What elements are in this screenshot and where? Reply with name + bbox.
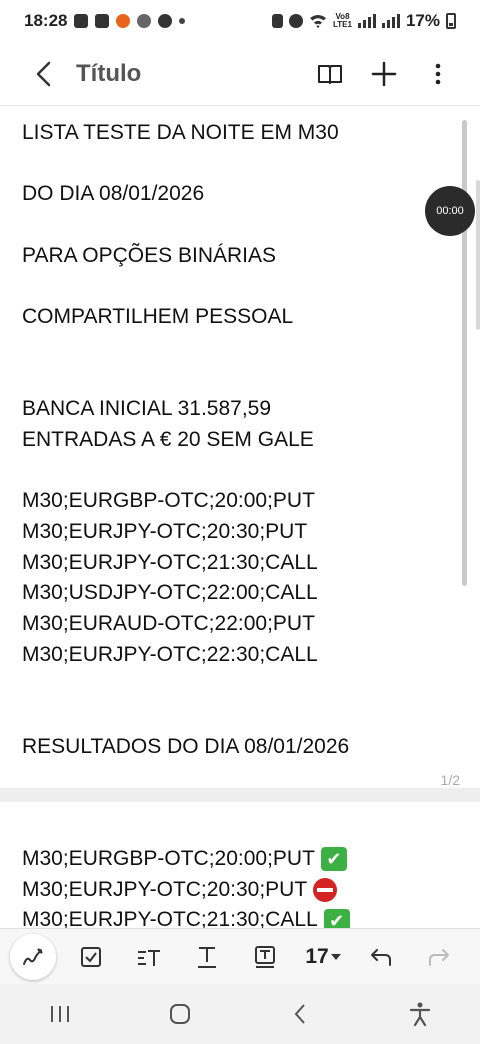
book-icon <box>318 64 342 84</box>
check-mark-icon: ✔ <box>320 847 347 872</box>
alarm-icon <box>289 14 303 28</box>
wifi-icon <box>310 15 326 28</box>
back-arrow-icon <box>36 61 51 86</box>
paragraph-style-button[interactable] <box>120 933 178 981</box>
recent-apps-icon <box>51 1006 69 1022</box>
result-text: M30;EURGBP-OTC;20:00;PUT <box>22 847 315 870</box>
redo-icon <box>429 948 449 966</box>
text-format-icon <box>198 946 216 968</box>
note-line: ENTRADAS A € 20 SEM GALE <box>22 427 314 451</box>
text-box-button[interactable] <box>236 933 294 981</box>
handwriting-button[interactable] <box>10 933 56 980</box>
home-icon <box>170 1004 190 1024</box>
undo-icon <box>371 948 391 966</box>
note-line: LISTA TESTE DA NOITE EM M30 <box>22 121 339 144</box>
book-view-button[interactable] <box>310 54 350 94</box>
accessibility-button[interactable] <box>390 989 450 1039</box>
nav-back-button[interactable] <box>270 989 330 1039</box>
note-line: PARA OPÇÕES BINÁRIAS <box>22 243 277 267</box>
note-line: M30;EURJPY-OTC;20:30;PUT <box>22 519 308 543</box>
lock-icon <box>272 14 283 28</box>
result-text: M30;EURJPY-OTC;20:30;PUT <box>22 877 308 901</box>
note-line: M30;USDJPY-OTC;22:00;CALL <box>22 581 318 605</box>
home-button[interactable] <box>150 989 210 1039</box>
accessibility-icon <box>409 1002 431 1027</box>
recording-timer[interactable]: 00:00 <box>425 186 475 236</box>
editor-toolbar: 17 <box>0 928 480 984</box>
paragraph-style-icon <box>138 949 160 966</box>
edge-panel-handle[interactable] <box>476 180 480 330</box>
page-indicator: 1/2 <box>440 772 460 788</box>
undo-button[interactable] <box>352 933 410 981</box>
battery-icon <box>446 13 456 29</box>
redo-button[interactable] <box>410 933 468 981</box>
network-label-bottom: LTE1 <box>333 20 352 29</box>
status-right: Vo8 LTE1 17% <box>272 11 456 31</box>
cloud-icon <box>137 14 152 28</box>
add-button[interactable] <box>364 54 404 94</box>
checklist-button[interactable] <box>62 933 120 981</box>
status-time: 18:28 <box>24 11 68 30</box>
note-line: BANCA INICIAL 31.587,59 <box>22 397 272 421</box>
result-line: M30;EURJPY-OTC;20:30;PUT <box>22 875 452 906</box>
note-line: DO DIA 08/01/2026 <box>22 182 205 206</box>
status-bar: 18:28 Vo8 LTE1 17% <box>0 0 480 42</box>
note-title[interactable]: Título <box>76 60 141 88</box>
note-line: M30;EURAUD-OTC;22:00;PUT <box>22 612 315 635</box>
app-bar: Título <box>0 42 480 106</box>
app-actions <box>310 54 458 94</box>
back-button[interactable] <box>22 52 66 96</box>
result-line: M30;EURGBP-OTC;20:00;PUT ✔ <box>22 844 452 875</box>
note-line: M30;EURJPY-OTC;22:30;CALL <box>22 642 318 666</box>
navigation-bar <box>0 984 480 1044</box>
app-notification-icon <box>116 14 131 28</box>
note-line: RESULTADOS DO DIA 08/01/2026 <box>22 734 350 758</box>
signal-icon <box>357 14 376 28</box>
text-box-icon <box>255 945 275 968</box>
checkbox-icon <box>81 946 101 967</box>
network-label: Vo8 LTE1 <box>333 13 352 29</box>
note-line: M30;EURGBP-OTC;20:00;PUT <box>22 489 315 513</box>
battery-percent: 17% <box>405 11 440 30</box>
note-line: M30;EURJPY-OTC;21:30;CALL <box>22 550 318 574</box>
font-size-selector[interactable]: 17 <box>294 933 352 981</box>
status-left: 18:28 <box>24 11 186 31</box>
more-notifications-dot <box>179 18 186 24</box>
note-body[interactable]: LISTA TESTE DA NOITE EM M30 DO DIA 08/01/… <box>22 118 452 762</box>
pen-icon <box>23 947 43 965</box>
recent-apps-button[interactable] <box>30 989 90 1039</box>
nav-back-icon <box>294 1004 305 1024</box>
signal-icon-2 <box>381 14 400 28</box>
font-size-value: 17 <box>305 944 329 968</box>
alert-icon <box>95 14 110 28</box>
calendar-icon <box>74 14 89 28</box>
text-style-button[interactable] <box>178 933 236 981</box>
no-entry-icon <box>313 878 338 903</box>
dollar-icon <box>158 14 173 28</box>
more-vertical-icon <box>435 63 441 84</box>
plus-icon <box>371 61 397 86</box>
caret-down-icon <box>330 953 341 960</box>
page-separator <box>0 788 480 802</box>
more-options-button[interactable] <box>418 54 458 94</box>
results-body[interactable]: M30;EURGBP-OTC;20:00;PUT ✔ M30;EURJPY-OTC;… <box>22 844 452 936</box>
note-line: COMPARTILHEM PESSOAL <box>22 305 294 329</box>
